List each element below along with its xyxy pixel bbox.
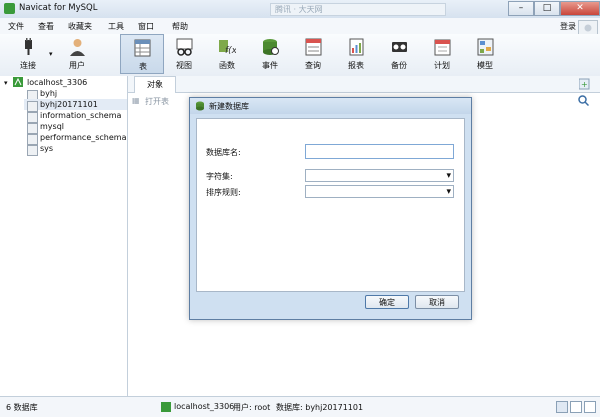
toolbar-connection-button[interactable]: 连接: [8, 34, 48, 74]
connection-icon: [13, 77, 23, 87]
table-icon: [134, 39, 151, 57]
model-icon: [477, 38, 494, 56]
dialog-title: 新建数据库: [209, 102, 249, 111]
toolbar-table-button[interactable]: 表: [120, 34, 164, 74]
status-user: 用户: root: [233, 403, 271, 412]
minimize-button[interactable]: –: [508, 1, 534, 16]
query-icon: [305, 38, 322, 56]
charset-select[interactable]: [305, 169, 454, 182]
db-name-input[interactable]: [305, 144, 454, 159]
list-view-icon[interactable]: [556, 401, 568, 413]
menu-bar: 文件 查看 收藏夹 工具 窗口 帮助 登录: [0, 18, 600, 34]
tree-db-information-schema[interactable]: information_schema: [40, 111, 121, 120]
status-db-count: 6 数据库: [6, 403, 38, 412]
toolbar-label: 查询: [305, 61, 321, 70]
tree-db-performance-schema[interactable]: performance_schema: [40, 133, 127, 142]
report-icon: [349, 38, 364, 56]
title-bar: Navicat for MySQL 腾讯 · 大天网 – □ ✕: [0, 0, 600, 19]
event-icon: [263, 39, 279, 55]
tree-db-sys[interactable]: sys: [40, 144, 53, 153]
database-icon: [27, 112, 38, 123]
toolbar-event-button[interactable]: 事件: [250, 34, 290, 74]
toolbar-label: 计划: [434, 61, 450, 70]
database-icon: [196, 101, 204, 111]
menu-tools[interactable]: 工具: [108, 21, 124, 32]
toolbar-report-button[interactable]: 报表: [336, 34, 376, 74]
db-name-label: 数据库名:: [206, 148, 241, 157]
menu-view[interactable]: 查看: [38, 21, 54, 32]
menu-help[interactable]: 帮助: [172, 21, 188, 32]
app-logo-icon: [4, 3, 15, 14]
schedule-icon: [434, 39, 451, 56]
database-icon: [27, 101, 38, 112]
title-search-box[interactable]: 腾讯 · 大天网: [270, 3, 446, 16]
tree-collapse-icon[interactable]: ▾: [4, 79, 8, 87]
toolbar-label: 函数: [219, 61, 235, 70]
toolbar-label: 备份: [391, 61, 407, 70]
collation-label: 排序规则:: [206, 188, 241, 197]
tab-objects[interactable]: 对象: [134, 76, 176, 93]
toolbar-user-button[interactable]: 用户: [57, 34, 97, 74]
toolbar-label: 视图: [176, 61, 192, 70]
menu-window[interactable]: 窗口: [138, 21, 154, 32]
ok-button[interactable]: 确定: [365, 295, 409, 309]
toolbar-label: 用户: [69, 61, 85, 70]
user-icon: [70, 39, 85, 56]
svg-text:+: +: [581, 80, 588, 89]
content-tab-bar: +: [128, 76, 600, 93]
menu-file[interactable]: 文件: [8, 21, 24, 32]
tree-db-byhj20171101[interactable]: byhj20171101: [40, 100, 98, 109]
toolbar-label: 事件: [262, 61, 278, 70]
toolbar-schedule-button[interactable]: 计划: [422, 34, 462, 74]
toolbar-label: 表: [139, 62, 147, 71]
login-link[interactable]: 登录: [560, 21, 576, 32]
toolbar: 连接 ▾ 用户 表 视图 f(x) 函数 事件 查询 报表 备份 计划 模型: [0, 34, 600, 77]
toolbar-query-button[interactable]: 查询: [293, 34, 333, 74]
plug-icon: [25, 38, 32, 55]
tree-connection-label[interactable]: localhost_3306: [27, 78, 87, 87]
cancel-button[interactable]: 取消: [415, 295, 459, 309]
dialog-title-bar: 新建数据库: [190, 98, 471, 114]
function-icon: f(x): [219, 40, 236, 56]
open-table-icon: ▦: [132, 96, 140, 105]
connection-dropdown-arrow-icon[interactable]: ▾: [49, 50, 53, 58]
status-database: 数据库: byhj20171101: [276, 403, 364, 412]
toolbar-label: 模型: [477, 61, 493, 70]
connection-tree: ▾ localhost_3306 byhj byhj20171101 infor…: [0, 76, 128, 396]
toolbar-view-button[interactable]: 视图: [164, 34, 204, 74]
toolbar-label: 报表: [348, 61, 364, 70]
toolbar-model-button[interactable]: 模型: [465, 34, 505, 74]
new-database-dialog: 新建数据库 常规 数据库名: 字符集: 排序规则: 确定 取消: [189, 97, 472, 320]
collation-select[interactable]: [305, 185, 454, 198]
toolbar-label: 连接: [20, 61, 36, 70]
database-icon: [27, 123, 38, 134]
window-title: Navicat for MySQL: [19, 3, 98, 13]
new-tab-icon[interactable]: +: [579, 78, 591, 90]
tree-db-mysql[interactable]: mysql: [40, 122, 64, 131]
maximize-button[interactable]: □: [534, 1, 560, 16]
dialog-form-panel: 数据库名: 字符集: 排序规则:: [196, 118, 465, 292]
svg-text:f(x): f(x): [225, 46, 236, 56]
tree-db-byhj[interactable]: byhj: [40, 89, 57, 98]
backup-icon: [392, 42, 407, 52]
connection-status-icon: [161, 402, 171, 412]
search-icon[interactable]: [578, 95, 589, 106]
open-table-button[interactable]: 打开表: [145, 96, 169, 107]
toolbar-backup-button[interactable]: 备份: [379, 34, 419, 74]
view-icon: [176, 38, 193, 56]
close-button[interactable]: ✕: [560, 1, 600, 16]
status-bar: 6 数据库 localhost_3306 用户: root 数据库: byhj2…: [0, 396, 600, 417]
charset-label: 字符集:: [206, 172, 233, 181]
er-view-icon[interactable]: [584, 401, 596, 413]
status-connection: localhost_3306: [174, 402, 235, 411]
menu-favorites[interactable]: 收藏夹: [68, 21, 92, 32]
database-icon: [27, 145, 38, 156]
database-icon: [27, 134, 38, 145]
detail-view-icon[interactable]: [570, 401, 582, 413]
toolbar-function-button[interactable]: f(x) 函数: [207, 34, 247, 74]
